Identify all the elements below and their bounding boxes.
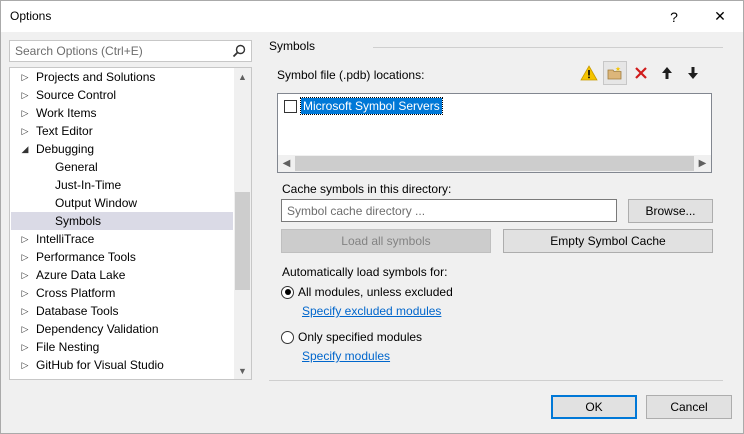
tree-item[interactable]: ▷ GitHub for Visual Studio bbox=[11, 356, 233, 374]
tree-item-label: General bbox=[55, 160, 98, 174]
empty-symbol-cache-button[interactable]: Empty Symbol Cache bbox=[503, 229, 713, 253]
location-checkbox[interactable] bbox=[284, 99, 297, 113]
tree-item-label: Output Window bbox=[55, 196, 138, 210]
cache-directory-input[interactable]: Symbol cache directory ... bbox=[281, 199, 617, 222]
tree-item-label: Debugging bbox=[36, 142, 95, 156]
tree-item[interactable]: ▷ IntelliTrace bbox=[11, 230, 233, 248]
tree-item-label: GitHub for Visual Studio bbox=[36, 358, 164, 372]
tree-scrollbar[interactable]: ▲ ▼ bbox=[234, 68, 251, 379]
tree-item-label: Source Control bbox=[36, 88, 117, 102]
collapsed-arrow-icon[interactable]: ▷ bbox=[20, 68, 30, 86]
specify-excluded-modules-link[interactable]: Specify excluded modules bbox=[302, 304, 441, 318]
radio-all-indicator[interactable] bbox=[281, 285, 294, 299]
options-tree[interactable]: ▷ Projects and Solutions ▷ Source Control ▷ W… bbox=[9, 67, 252, 380]
radio-all-modules[interactable]: All modules, unless excluded bbox=[281, 285, 453, 299]
tree-item-label: IntelliTrace bbox=[36, 232, 95, 246]
scroll-right-icon[interactable]: ▶ bbox=[694, 155, 711, 172]
tree-item[interactable]: ▷ File Nesting bbox=[11, 338, 233, 356]
tree-item[interactable]: ▷ Source Control bbox=[11, 86, 233, 104]
tree-item-label: Azure Data Lake bbox=[36, 268, 126, 282]
tree-item-label: Symbols bbox=[55, 214, 102, 228]
list-item[interactable]: Microsoft Symbol Servers bbox=[284, 97, 443, 115]
tree-item[interactable]: Symbols bbox=[11, 212, 233, 230]
tree-item-label: Just-In-Time bbox=[55, 178, 122, 192]
tree-item[interactable]: ▷ Text Editor bbox=[11, 122, 233, 140]
section-divider bbox=[373, 47, 723, 48]
tree-item[interactable]: ▷ Azure Data Lake bbox=[11, 266, 233, 284]
tree-item[interactable]: ▷ Dependency Validation bbox=[11, 320, 233, 338]
collapsed-arrow-icon[interactable]: ▷ bbox=[20, 284, 30, 302]
browse-button[interactable]: Browse... bbox=[628, 199, 713, 223]
tree-item-label: Projects and Solutions bbox=[36, 70, 156, 84]
scroll-left-icon[interactable]: ◀ bbox=[278, 155, 295, 172]
scroll-thumb[interactable] bbox=[235, 192, 250, 290]
search-icon[interactable] bbox=[231, 43, 247, 59]
collapsed-arrow-icon[interactable]: ▷ bbox=[20, 86, 30, 104]
symbol-locations-list[interactable]: Microsoft Symbol Servers ◀ ▶ bbox=[277, 93, 712, 173]
radio-all-label[interactable]: All modules, unless excluded bbox=[298, 285, 453, 299]
tree-item[interactable]: Just-In-Time bbox=[11, 176, 233, 194]
collapsed-arrow-icon[interactable]: ▷ bbox=[20, 104, 30, 122]
tree-item-label: File Nesting bbox=[36, 340, 100, 354]
window-title: Options bbox=[10, 9, 52, 23]
search-input[interactable]: Search Options (Ctrl+E) bbox=[9, 40, 252, 62]
warning-icon bbox=[577, 61, 601, 85]
cancel-button[interactable]: Cancel bbox=[646, 395, 732, 419]
tree-item-label: Work Items bbox=[36, 106, 97, 120]
collapsed-arrow-icon[interactable]: ▷ bbox=[20, 248, 30, 266]
new-folder-icon[interactable] bbox=[603, 61, 627, 85]
tree-item[interactable]: ▷ Database Tools bbox=[11, 302, 233, 320]
cache-placeholder: Symbol cache directory ... bbox=[287, 204, 426, 218]
collapsed-arrow-icon[interactable]: ▷ bbox=[20, 230, 30, 248]
cache-label: Cache symbols in this directory: bbox=[282, 182, 452, 196]
collapsed-arrow-icon[interactable]: ▷ bbox=[20, 356, 30, 374]
tree-item[interactable]: ▷ Cross Platform bbox=[11, 284, 233, 302]
auto-load-label: Automatically load symbols for: bbox=[282, 265, 448, 279]
scroll-down-icon[interactable]: ▼ bbox=[234, 362, 251, 379]
expanded-arrow-icon[interactable]: ◢ bbox=[20, 140, 30, 158]
radio-only-indicator[interactable] bbox=[281, 330, 294, 344]
tree-item-label: Database Tools bbox=[36, 304, 119, 318]
tree-item[interactable]: ◢ Debugging bbox=[11, 140, 233, 158]
collapsed-arrow-icon[interactable]: ▷ bbox=[20, 338, 30, 356]
footer-divider bbox=[269, 380, 723, 381]
tree-item-label: Performance Tools bbox=[36, 250, 136, 264]
tree-item[interactable]: ▷ Work Items bbox=[11, 104, 233, 122]
delete-icon[interactable] bbox=[629, 61, 653, 85]
tree-item-label: Text Editor bbox=[36, 124, 93, 138]
tree-item-label: Dependency Validation bbox=[36, 322, 159, 336]
specify-modules-link[interactable]: Specify modules bbox=[302, 349, 390, 363]
list-hscrollbar[interactable]: ◀ ▶ bbox=[278, 155, 711, 172]
scroll-up-icon[interactable]: ▲ bbox=[234, 68, 251, 85]
radio-only-specified[interactable]: Only specified modules bbox=[281, 330, 422, 344]
collapsed-arrow-icon[interactable]: ▷ bbox=[20, 122, 30, 140]
close-button[interactable]: ✕ bbox=[697, 1, 743, 32]
move-up-icon[interactable] bbox=[655, 61, 679, 85]
tree-item[interactable]: Output Window bbox=[11, 194, 233, 212]
tree-item[interactable]: General bbox=[11, 158, 233, 176]
radio-only-label[interactable]: Only specified modules bbox=[298, 330, 422, 344]
load-all-symbols-button[interactable]: Load all symbols bbox=[281, 229, 491, 253]
ok-button[interactable]: OK bbox=[551, 395, 637, 419]
locations-toolbar bbox=[577, 61, 705, 85]
location-label[interactable]: Microsoft Symbol Servers bbox=[300, 97, 443, 115]
tree-item-label: Cross Platform bbox=[36, 286, 116, 300]
locations-label: Symbol file (.pdb) locations: bbox=[277, 68, 425, 82]
hscroll-thumb[interactable] bbox=[295, 156, 694, 171]
help-button[interactable]: ? bbox=[651, 1, 697, 32]
section-title: Symbols bbox=[269, 39, 316, 53]
options-dialog: Options ? ✕ Search Options (Ctrl+E) ▷ Pro… bbox=[0, 0, 744, 434]
search-placeholder: Search Options (Ctrl+E) bbox=[15, 44, 143, 58]
collapsed-arrow-icon[interactable]: ▷ bbox=[20, 320, 30, 338]
collapsed-arrow-icon[interactable]: ▷ bbox=[20, 302, 30, 320]
move-down-icon[interactable] bbox=[681, 61, 705, 85]
tree-item[interactable]: ▷ Projects and Solutions bbox=[11, 68, 233, 86]
title-bar: Options ? ✕ bbox=[1, 1, 743, 32]
tree-item[interactable]: ▷ Performance Tools bbox=[11, 248, 233, 266]
collapsed-arrow-icon[interactable]: ▷ bbox=[20, 266, 30, 284]
